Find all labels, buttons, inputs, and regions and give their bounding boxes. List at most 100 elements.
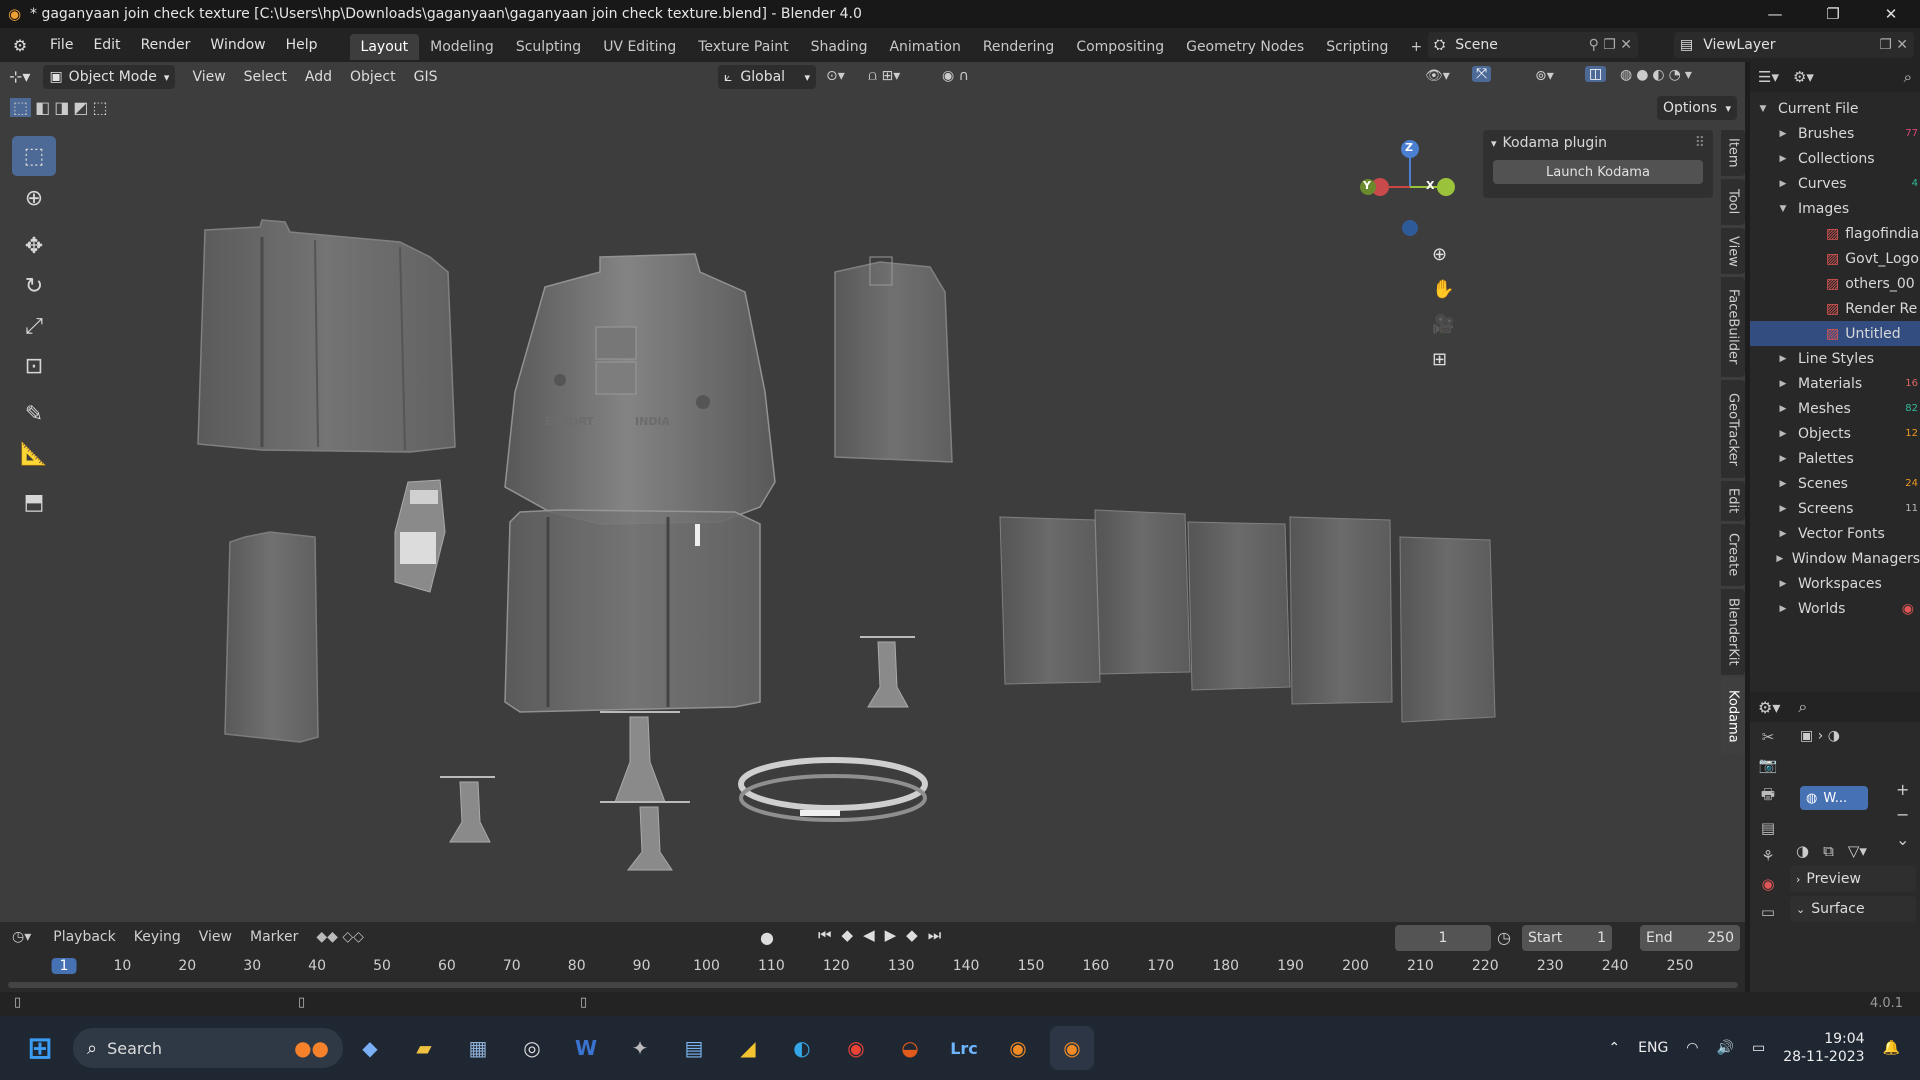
scale-tool-icon[interactable]: ⤢ — [12, 306, 56, 346]
tab-kodama[interactable]: Kodama — [1721, 678, 1745, 754]
collapse-icon[interactable]: ▶ — [1776, 529, 1790, 539]
ai-tool-icon[interactable]: ✦ — [618, 1026, 662, 1070]
collapse-icon[interactable]: ▶ — [1776, 604, 1790, 614]
app-icon[interactable]: ◒ — [888, 1026, 932, 1070]
file-explorer-icon[interactable]: ▰ — [402, 1026, 446, 1070]
scene-tab-icon[interactable]: ⚘ — [1754, 847, 1782, 865]
visibility-icon[interactable]: 👁▾ — [1425, 68, 1450, 84]
world-tab-icon[interactable]: ◉ — [1754, 875, 1782, 893]
lower-left-module[interactable] — [224, 531, 319, 743]
outliner-item[interactable]: ▶ Palettes — [1750, 446, 1920, 471]
menu-help[interactable]: Help — [276, 28, 328, 62]
outliner-item[interactable]: ▶ Window Managers — [1750, 546, 1920, 571]
tab-scripting[interactable]: Scripting — [1315, 34, 1399, 60]
collapse-icon[interactable]: ▶ — [1776, 454, 1790, 464]
outliner-item[interactable]: ▶ Scenes 24 — [1750, 471, 1920, 496]
notification-bell-icon[interactable]: 🔔 — [1883, 1040, 1900, 1056]
docking-ring[interactable] — [738, 757, 928, 822]
remove-slot-icon[interactable]: − — [1896, 805, 1909, 824]
menu-object[interactable]: Object — [341, 62, 405, 92]
collapse-icon[interactable]: ▶ — [1776, 354, 1790, 364]
language-indicator[interactable]: ENG — [1638, 1040, 1668, 1056]
tab-sculpting[interactable]: Sculpting — [505, 34, 592, 60]
record-icon[interactable]: ● — [760, 928, 774, 947]
select-box-tool-icon[interactable]: ⬚ — [12, 136, 56, 176]
collapse-icon[interactable]: ▶ — [1776, 129, 1790, 139]
overlay-icon[interactable]: ⊚▾ — [1535, 68, 1554, 84]
obs-icon[interactable]: ◎ — [510, 1026, 554, 1070]
chevron-down-icon[interactable]: ▾ — [1491, 137, 1497, 150]
calculator-icon[interactable]: ▦ — [456, 1026, 500, 1070]
chevron-down-icon[interactable]: ⌄ — [1896, 830, 1909, 849]
outliner-item[interactable]: ▶ Screens 11 — [1750, 496, 1920, 521]
outliner-item[interactable]: ▶ Meshes 82 — [1750, 396, 1920, 421]
collapse-icon[interactable]: ▶ — [1776, 579, 1790, 589]
menu-keying[interactable]: Keying — [134, 929, 181, 945]
launch-kodama-button[interactable]: Launch Kodama — [1493, 160, 1703, 184]
tab-facebuilder[interactable]: FaceBuilder — [1721, 277, 1745, 377]
snap-icon[interactable]: ⩍ ⊞▾ — [868, 68, 900, 84]
pivot-icon[interactable]: ⊙▾ — [826, 68, 845, 84]
service-module[interactable] — [504, 509, 761, 713]
outliner-image[interactable]: ▨ Govt_Logo — [1750, 246, 1920, 271]
minimize-button[interactable]: — — [1746, 0, 1804, 28]
menu-timeline-view[interactable]: View — [199, 929, 232, 945]
folder-icon[interactable]: ◢ — [726, 1026, 770, 1070]
play-reverse-icon[interactable]: ◀ — [863, 926, 875, 944]
outliner-image[interactable]: ▨ flagofindia — [1750, 221, 1920, 246]
small-bracket[interactable] — [394, 479, 446, 593]
transform-orientation[interactable]: ⟀ Global ▾ — [718, 65, 816, 89]
taskbar-search[interactable]: ⌕ Search ●● — [73, 1028, 343, 1068]
outliner-item[interactable]: ▶ Brushes 77 — [1750, 121, 1920, 146]
annotate-tool-icon[interactable]: ✎ — [12, 394, 56, 434]
mode-selector[interactable]: ▣ Object Mode ▾ — [43, 65, 176, 89]
menu-add[interactable]: Add — [296, 62, 341, 92]
jump-start-icon[interactable]: ⏮ — [818, 926, 832, 944]
outliner-item[interactable]: ▶ Line Styles — [1750, 346, 1920, 371]
menu-gis[interactable]: GIS — [405, 62, 447, 92]
surface-panel[interactable]: ⌄ Surface — [1790, 896, 1916, 922]
word-icon[interactable]: W — [564, 1026, 608, 1070]
jump-end-icon[interactable]: ⏭ — [928, 926, 942, 944]
proportional-edit-icon[interactable]: ◉ ∩ — [942, 68, 969, 84]
node-icon[interactable]: ⧉ — [1823, 842, 1834, 860]
render-tab-icon[interactable]: 📷 — [1754, 756, 1782, 774]
capsule[interactable]: EXPORT INDIA — [504, 253, 776, 525]
blender-taskbar-icon[interactable]: ◉ — [996, 1026, 1040, 1070]
collapse-icon[interactable]: ▶ — [1776, 479, 1790, 489]
start-frame-field[interactable]: Start 1 — [1522, 925, 1612, 951]
navigation-gizmo[interactable]: Z Y X — [1360, 135, 1460, 245]
xray-icon[interactable]: ◫ — [1585, 66, 1607, 82]
pan-hand-icon[interactable]: ✋ — [1432, 279, 1454, 300]
volume-icon[interactable]: 🔊 — [1717, 1040, 1734, 1056]
tab-create[interactable]: Create — [1721, 524, 1745, 586]
zoom-icon[interactable]: ⊕ — [1432, 244, 1454, 265]
grid-perspective-icon[interactable]: ⊞ — [1432, 349, 1454, 370]
collapse-icon[interactable]: ▶ — [1776, 504, 1790, 514]
outliner-item[interactable]: ▶ Collections — [1750, 146, 1920, 171]
windows-start-icon[interactable]: ⊞ — [18, 1026, 62, 1070]
outliner-item[interactable]: ▶ Workspaces — [1750, 571, 1920, 596]
tab-uv-editing[interactable]: UV Editing — [592, 34, 687, 60]
select-new-icon[interactable]: ⬚ — [10, 98, 32, 117]
gizmo-toggle-icon[interactable]: ⤧ — [1472, 66, 1492, 82]
select-invert-icon[interactable]: ◩ — [73, 98, 88, 117]
outliner-image-selected[interactable]: ▨ Untitled — [1750, 321, 1920, 346]
drag-handle-icon[interactable]: ⠿ — [1695, 135, 1705, 151]
filter-icon[interactable]: ▽▾ — [1848, 842, 1867, 860]
properties-type-icon[interactable]: ⚙▾ — [1758, 698, 1780, 717]
frame-ruler[interactable]: 1 10 20 30 40 50 60 70 80 90 100 110 120 130 140 150 160… — [0, 958, 1745, 978]
tab-geometry-nodes[interactable]: Geometry Nodes — [1175, 34, 1315, 60]
select-subtract-icon[interactable]: ◨ — [54, 98, 69, 117]
measure-tool-icon[interactable]: 📐 — [12, 434, 56, 474]
select-extend-icon[interactable]: ◧ — [35, 98, 50, 117]
view-layer-tab-icon[interactable]: ▤ — [1754, 819, 1782, 837]
end-frame-field[interactable]: End 250 — [1640, 925, 1740, 951]
menu-marker[interactable]: Marker — [250, 929, 298, 945]
copilot-icon[interactable]: ◆ — [348, 1026, 392, 1070]
world-slot[interactable]: ◍ W... — [1800, 786, 1868, 810]
display-mode-icon[interactable]: ⚙▾ — [1793, 68, 1814, 86]
edge-icon[interactable]: ◐ — [780, 1026, 824, 1070]
scene-selector[interactable]: ⛭ Scene ⚲ ❐ ✕ — [1428, 32, 1638, 58]
menu-render[interactable]: Render — [131, 28, 201, 62]
